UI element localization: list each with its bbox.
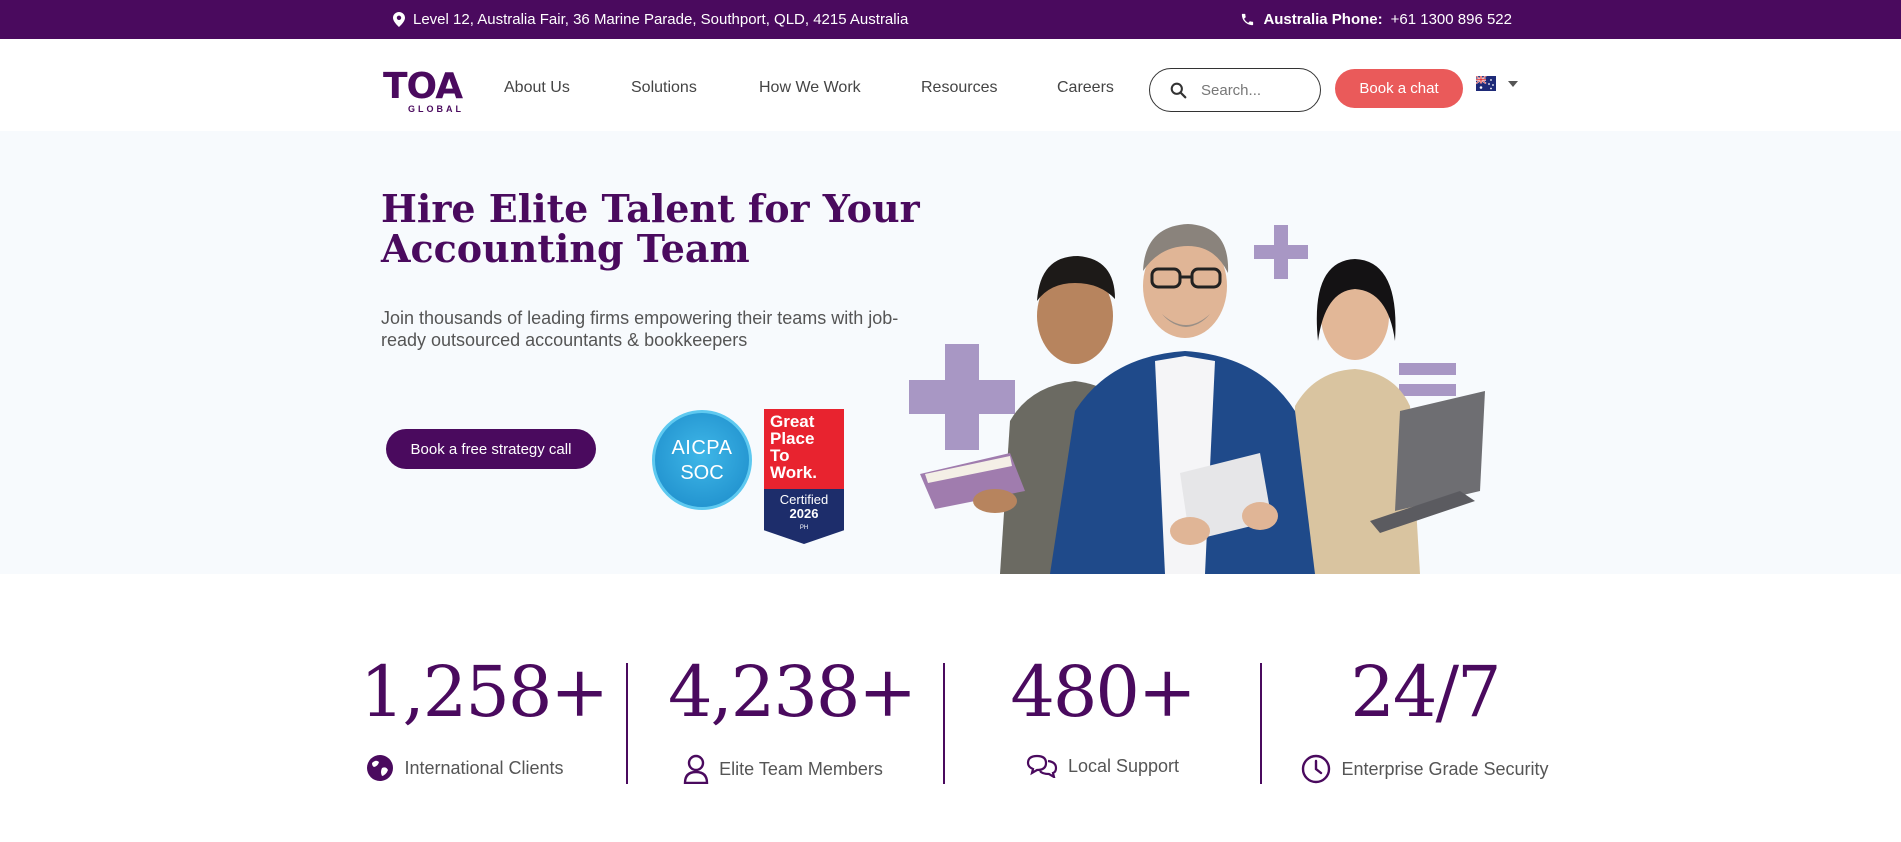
hero-title: Hire Elite Talent for Your Accounting Te… [381, 186, 920, 271]
stat-divider [626, 663, 628, 784]
stats-section: 1,258+ International Clients 4,238+ Elit… [0, 574, 1901, 842]
nav-how-we-work[interactable]: How We Work [759, 79, 861, 97]
aicpa-soc-badge: AICPA SOC [652, 410, 752, 510]
australia-flag-icon[interactable] [1476, 76, 1496, 91]
search-icon [1170, 82, 1187, 98]
stat-local-support: 480+ Local Support [1000, 574, 1205, 778]
gptw-country: PH [799, 525, 809, 531]
gptw-year: 2026 [789, 506, 819, 521]
nav-about-us[interactable]: About Us [504, 79, 570, 97]
nav-resources[interactable]: Resources [921, 79, 997, 97]
stat-label: Elite Team Members [719, 758, 883, 779]
gptw-line3: To [770, 446, 790, 465]
stat-value: 4,238+ [668, 651, 917, 733]
stat-elite-team-members: 4,238+ Elite Team Members [668, 574, 917, 784]
stat-label: International Clients [404, 757, 564, 778]
stat-value: 24/7 [1350, 651, 1501, 733]
chat-icon [1026, 754, 1058, 778]
nav-careers[interactable]: Careers [1057, 79, 1114, 97]
site-header: TOA GLOBAL About Us Solutions How We Wor… [0, 39, 1901, 131]
logo[interactable]: TOA GLOBAL [383, 69, 465, 115]
book-strategy-call-button[interactable]: Book a free strategy call [386, 429, 596, 469]
stat-enterprise-security: 24/7 Enterprise Grade Security [1298, 574, 1552, 784]
search-input[interactable] [1201, 81, 1311, 99]
gptw-line1: Great [770, 412, 815, 431]
phone-label: Australia Phone: [1263, 11, 1383, 28]
book-a-chat-button[interactable]: Book a chat [1335, 69, 1463, 108]
hero-subtitle: Join thousands of leading firms empoweri… [381, 308, 899, 350]
stat-label: Local Support [1067, 755, 1180, 776]
phone-contact[interactable]: Australia Phone: +61 1300 896 522 [1240, 11, 1512, 28]
aicpa-line2: SOC [680, 462, 724, 484]
aicpa-line1: AICPA [671, 437, 733, 459]
phone-number[interactable]: +61 1300 896 522 [1391, 11, 1512, 28]
clock-icon [1302, 754, 1331, 784]
user-icon [683, 754, 709, 784]
phone-icon [1242, 13, 1254, 26]
address: Level 12, Australia Fair, 36 Marine Para… [393, 11, 908, 28]
top-info-bar: Level 12, Australia Fair, 36 Marine Para… [0, 0, 1901, 39]
language-dropdown-caret-icon[interactable] [1508, 81, 1518, 87]
hero-section: Hire Elite Talent for Your Accounting Te… [0, 131, 1901, 574]
search-box[interactable] [1149, 68, 1321, 112]
logo-sub: GLOBAL [408, 104, 464, 114]
map-pin-icon [393, 12, 405, 27]
stat-international-clients: 1,258+ International Clients [360, 574, 609, 782]
stat-label: Enterprise Grade Security [1341, 758, 1549, 779]
stat-divider [1260, 663, 1262, 784]
address-text: Level 12, Australia Fair, 36 Marine Para… [413, 11, 909, 28]
great-place-to-work-badge: Great Place To Work. Certified 2026 PH [764, 409, 844, 544]
globe-icon [367, 755, 394, 781]
stat-value: 480+ [1010, 651, 1196, 733]
team-photo-image [920, 224, 1485, 574]
logo-main: TOA [383, 66, 463, 107]
gptw-line4: Work. [770, 463, 817, 482]
stat-divider [943, 663, 945, 784]
gptw-certified: Certified [779, 492, 829, 507]
nav-solutions[interactable]: Solutions [631, 79, 697, 97]
stat-value: 1,258+ [360, 651, 609, 733]
gptw-line2: Place [770, 429, 815, 448]
